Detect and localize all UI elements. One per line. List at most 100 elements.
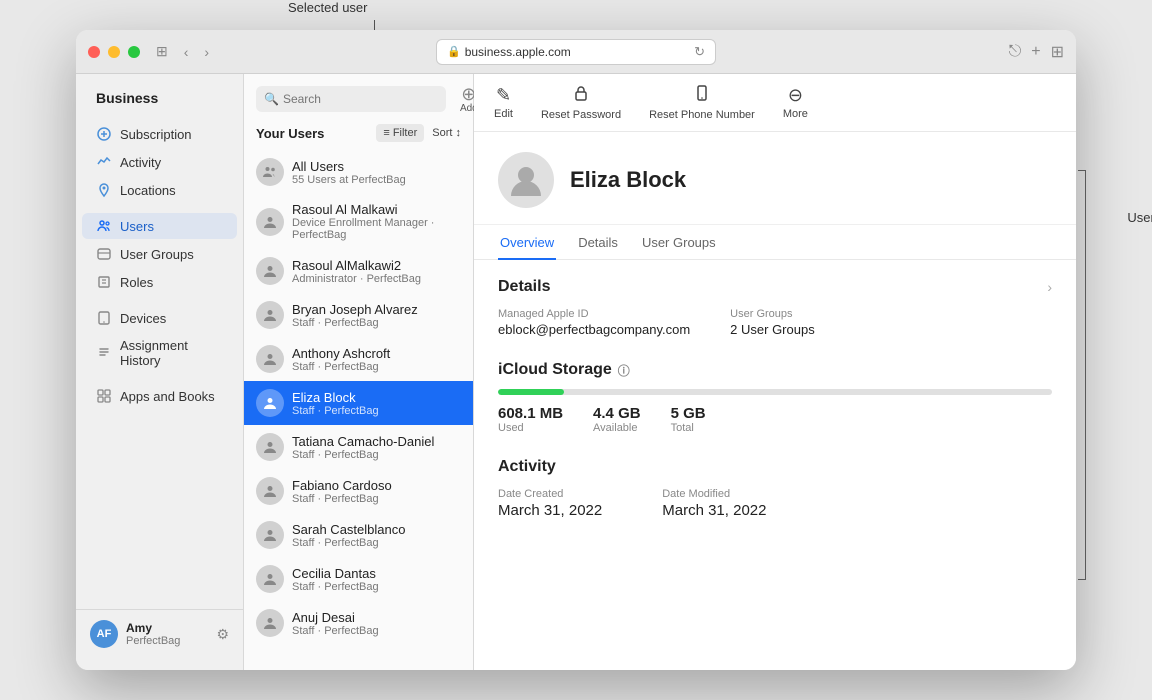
managed-apple-id-field: Managed Apple ID eblock@perfectbagcompan… [498, 308, 690, 337]
search-input[interactable] [283, 92, 438, 106]
subscription-label: Subscription [120, 127, 192, 142]
filter-icon: ≡ [383, 127, 389, 139]
user-info-cecilia: Cecilia Dantas Staff · PerfectBag [292, 566, 379, 593]
users-label: Users [120, 219, 154, 234]
new-tab-button[interactable]: + [1031, 43, 1040, 61]
storage-title: iCloud Storage ⓘ [498, 361, 1052, 379]
user-item-all-users[interactable]: All Users 55 Users at PerfectBag [244, 150, 473, 194]
user-info-anthony: Anthony Ashcroft Staff · PerfectBag [292, 346, 390, 373]
devices-icon [96, 310, 112, 326]
details-section-title: Details [498, 278, 550, 296]
reset-password-button[interactable]: Reset Password [541, 84, 621, 121]
sort-button[interactable]: Sort ↕ [432, 127, 461, 139]
url-bar[interactable]: 🔒 business.apple.com ↻ [436, 39, 716, 65]
sidebar-item-activity[interactable]: Activity [82, 149, 237, 175]
forward-button[interactable]: › [200, 42, 213, 62]
user-item-fabiano[interactable]: Fabiano Cardoso Staff · PerfectBag [244, 469, 473, 513]
user-groups-label: User Groups [730, 308, 815, 320]
storage-total-label: Total [671, 422, 706, 434]
user-role-rasoul: Device Enrollment Manager · PerfectBag [292, 217, 461, 241]
user-icon-anuj [256, 609, 284, 637]
storage-used-label: Used [498, 422, 563, 434]
lock-icon [572, 84, 590, 107]
roles-label: Roles [120, 275, 153, 290]
date-modified-label: Date Modified [662, 488, 766, 500]
tab-details[interactable]: Details [576, 225, 620, 260]
filter-label: Filter [393, 127, 417, 139]
icloud-storage-section: iCloud Storage ⓘ 608.1 MB Used [498, 361, 1052, 434]
tab-overview[interactable]: Overview [498, 225, 556, 260]
user-item-bryan[interactable]: Bryan Joseph Alvarez Staff · PerfectBag [244, 293, 473, 337]
date-modified-value: March 31, 2022 [662, 502, 766, 519]
user-icon-anthony [256, 345, 284, 373]
all-users-role: 55 Users at PerfectBag [292, 174, 406, 186]
user-icon-cecilia [256, 565, 284, 593]
nav-controls: ⊞ ‹ › [152, 41, 213, 62]
sidebar-item-devices[interactable]: Devices [82, 305, 237, 331]
user-item-eliza[interactable]: Eliza Block Staff · PerfectBag [244, 381, 473, 425]
user-name-sarah: Sarah Castelblanco [292, 522, 405, 537]
user-role-rasoul2: Administrator · PerfectBag [292, 273, 421, 285]
tab-user-groups[interactable]: User Groups [640, 225, 718, 260]
user-icon-fabiano [256, 477, 284, 505]
maximize-button[interactable] [128, 46, 140, 58]
reset-phone-button[interactable]: Reset Phone Number [649, 84, 755, 121]
user-item-anuj[interactable]: Anuj Desai Staff · PerfectBag [244, 601, 473, 645]
phone-icon [693, 84, 711, 107]
user-info-bryan: Bryan Joseph Alvarez Staff · PerfectBag [292, 302, 418, 329]
edit-button[interactable]: ✎ Edit [494, 85, 513, 120]
activity-section: Activity Date Created March 31, 2022 Dat… [498, 458, 1052, 519]
users-icon [96, 218, 112, 234]
user-item-tatiana[interactable]: Tatiana Camacho-Daniel Staff · PerfectBa… [244, 425, 473, 469]
lock-icon: 🔒 [447, 45, 461, 58]
sidebar-item-user-groups[interactable]: User Groups [82, 241, 237, 267]
user-icon-rasoul [256, 208, 284, 236]
sidebar-item-locations[interactable]: Locations [82, 177, 237, 203]
sidebar-item-subscription[interactable]: Subscription [82, 121, 237, 147]
storage-available-value: 4.4 GB [593, 405, 641, 422]
share-button[interactable]: ⎋ [1009, 43, 1022, 61]
sidebar-toggle-button[interactable]: ⊞ [152, 41, 172, 62]
grid-button[interactable]: ⊞ [1051, 42, 1064, 62]
close-button[interactable] [88, 46, 100, 58]
more-label: More [783, 108, 808, 120]
user-groups-label: User Groups [120, 247, 194, 262]
annotation-user-details: User details [1127, 210, 1152, 225]
sidebar-logo-text: Business [96, 90, 158, 106]
search-box[interactable]: 🔍 [256, 86, 446, 112]
sidebar-item-apps-books[interactable]: Apps and Books [82, 383, 237, 409]
sidebar-item-assignment-history[interactable]: Assignment History [82, 333, 237, 373]
user-item-cecilia[interactable]: Cecilia Dantas Staff · PerfectBag [244, 557, 473, 601]
sidebar-item-roles[interactable]: Roles [82, 269, 237, 295]
detail-tabs: Overview Details User Groups [474, 225, 1076, 260]
managed-apple-id-label: Managed Apple ID [498, 308, 690, 320]
search-icon: 🔍 [264, 92, 279, 106]
user-name-anthony: Anthony Ashcroft [292, 346, 390, 361]
detail-content: Details › Managed Apple ID eblock@perfec… [474, 260, 1076, 670]
details-fields: Managed Apple ID eblock@perfectbagcompan… [498, 308, 1052, 337]
details-section: Details › Managed Apple ID eblock@perfec… [498, 278, 1052, 337]
details-section-header: Details › [498, 278, 1052, 296]
filter-button[interactable]: ≡ Filter [376, 124, 424, 142]
user-item-rasoul2[interactable]: Rasoul AlMalkawi2 Administrator · Perfec… [244, 249, 473, 293]
minimize-button[interactable] [108, 46, 120, 58]
user-info-sarah: Sarah Castelblanco Staff · PerfectBag [292, 522, 405, 549]
user-item-anthony[interactable]: Anthony Ashcroft Staff · PerfectBag [244, 337, 473, 381]
user-info-fabiano: Fabiano Cardoso Staff · PerfectBag [292, 478, 392, 505]
storage-bar-fill [498, 389, 564, 395]
reload-icon[interactable]: ↻ [694, 44, 705, 60]
user-role-tatiana: Staff · PerfectBag [292, 449, 434, 461]
annotation-bracket [1078, 170, 1086, 580]
storage-available-label: Available [593, 422, 641, 434]
more-button[interactable]: ⊖ More [783, 85, 808, 120]
user-item-rasoul-malkawi[interactable]: Rasoul Al Malkawi Device Enrollment Mana… [244, 194, 473, 249]
user-list-header: 🔍 ⊕ Add [244, 74, 473, 120]
edit-icon: ✎ [496, 85, 511, 106]
sidebar-footer-settings-button[interactable]: ⚙ [216, 626, 229, 643]
back-button[interactable]: ‹ [180, 42, 193, 62]
user-item-sarah[interactable]: Sarah Castelblanco Staff · PerfectBag [244, 513, 473, 557]
user-icon-eliza [256, 389, 284, 417]
date-created-field: Date Created March 31, 2022 [498, 488, 602, 519]
url-text: business.apple.com [465, 45, 571, 59]
sidebar-item-users[interactable]: Users [82, 213, 237, 239]
